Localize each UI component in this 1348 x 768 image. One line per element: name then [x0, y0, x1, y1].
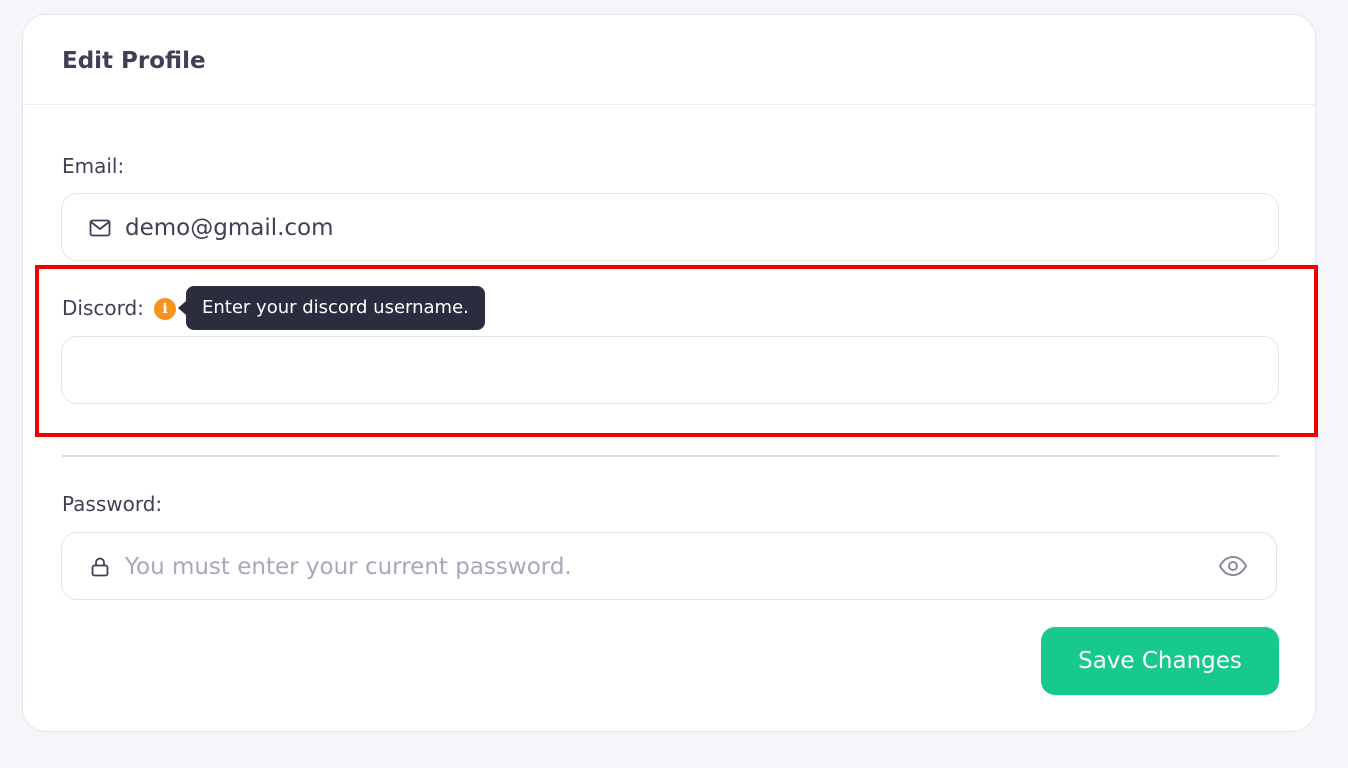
mail-icon [89, 219, 111, 237]
password-field-container[interactable] [61, 532, 1277, 600]
section-divider [62, 455, 1279, 457]
card-header: Edit Profile [23, 15, 1315, 105]
info-icon[interactable]: i [154, 298, 176, 320]
discord-tooltip: Enter your discord username. [178, 286, 485, 330]
discord-field-container[interactable] [61, 336, 1279, 404]
save-changes-button[interactable]: Save Changes [1041, 627, 1279, 695]
password-label: Password: [62, 492, 163, 516]
eye-icon[interactable] [1218, 553, 1248, 579]
email-label: Email: [62, 154, 125, 178]
page-title: Edit Profile [62, 48, 206, 74]
discord-username-field[interactable] [86, 356, 1146, 386]
discord-label: Discord: [62, 296, 144, 320]
lock-icon [91, 557, 109, 577]
password-field[interactable] [125, 552, 1185, 582]
email-field[interactable] [125, 213, 1185, 243]
email-field-container[interactable] [61, 193, 1279, 261]
edit-profile-card: Edit Profile Email: Discord: i Enter you… [22, 14, 1318, 732]
